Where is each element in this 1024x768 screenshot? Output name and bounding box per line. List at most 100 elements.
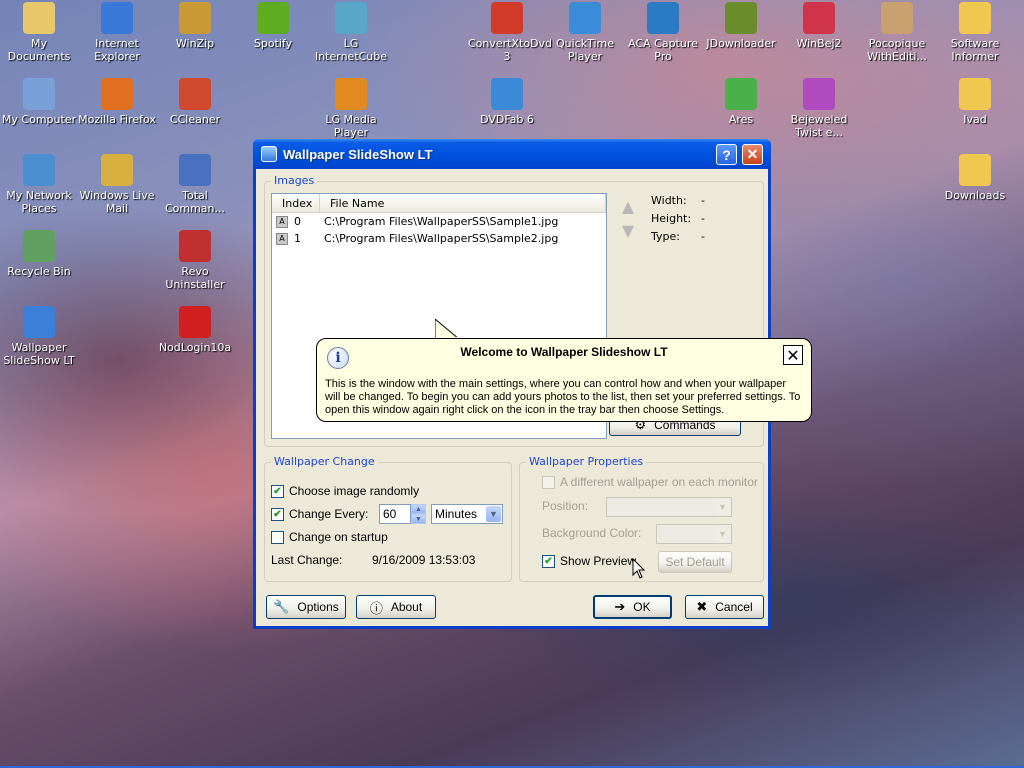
- images-group-label: Images: [271, 174, 318, 187]
- desktop-icon[interactable]: Windows Live Mail: [78, 154, 156, 215]
- change-every-checkbox[interactable]: ✔ Change Every:: [271, 507, 368, 521]
- wrench-icon: 🔧: [273, 599, 290, 614]
- change-every-label: Change Every:: [289, 507, 369, 521]
- close-button[interactable]: ✕: [742, 144, 763, 165]
- desktop-icon-label: LG Media Player: [325, 113, 377, 139]
- column-header-index[interactable]: Index: [272, 194, 320, 212]
- about-button[interactable]: ⓘ About: [356, 595, 436, 619]
- check-icon: ✔: [271, 507, 284, 521]
- row-index: 0: [294, 215, 301, 228]
- chevron-down-icon: ▼: [486, 506, 501, 522]
- desktop-icon[interactable]: Pocopique WithEditi...: [858, 2, 936, 63]
- set-default-button[interactable]: Set Default: [658, 551, 732, 573]
- desktop-icon[interactable]: QuickTime Player: [546, 2, 624, 63]
- desktop-app-icon: [179, 2, 211, 34]
- desktop-icon-label: Total Comman...: [164, 189, 226, 215]
- move-down-arrow-icon[interactable]: ▼: [617, 220, 639, 240]
- desktop-icon-label: Downloads: [944, 189, 1006, 202]
- desktop-icon[interactable]: Total Comman...: [156, 154, 234, 215]
- choose-randomly-checkbox[interactable]: ✔ Choose image randomly: [271, 484, 419, 498]
- desktop-icon[interactable]: DVDFab 6: [468, 78, 546, 126]
- interval-spinner[interactable]: ▲ ▼: [411, 504, 426, 524]
- about-label: About: [390, 600, 423, 614]
- desktop-app-icon: [101, 2, 133, 34]
- desktop-icon[interactable]: LG Media Player: [312, 78, 390, 139]
- desktop-app-icon: [335, 2, 367, 34]
- spin-down-icon[interactable]: ▼: [411, 514, 426, 524]
- desktop-icon[interactable]: ConvertXtoDvd 3: [468, 2, 552, 63]
- interval-input[interactable]: 60 ▲ ▼: [379, 504, 426, 524]
- desktop-icon-label: My Computer: [1, 113, 77, 126]
- position-select[interactable]: ▼: [606, 497, 732, 517]
- spin-up-icon[interactable]: ▲: [411, 504, 426, 514]
- help-button[interactable]: ?: [716, 144, 737, 165]
- desktop-icon-label: LG InternetCube: [314, 37, 388, 63]
- ok-arrow-icon: ➔: [614, 599, 626, 614]
- cancel-label: Cancel: [715, 600, 753, 614]
- desktop-icon[interactable]: Software Informer: [936, 2, 1014, 63]
- desktop-icon-label: ACA Capture Pro: [628, 37, 698, 63]
- desktop-icon[interactable]: NodLogin10a: [156, 306, 234, 354]
- desktop-icon[interactable]: Mozilla Firefox: [78, 78, 156, 126]
- type-label: Type:: [651, 230, 680, 243]
- position-label: Position:: [542, 499, 589, 513]
- desktop-icon[interactable]: My Network Places: [0, 154, 78, 215]
- desktop-app-icon: [959, 78, 991, 110]
- desktop-icon[interactable]: Internet Explorer: [78, 2, 156, 63]
- desktop-icon-label: Ivad: [963, 113, 987, 126]
- column-header-file-name[interactable]: File Name: [320, 194, 606, 212]
- background-color-select[interactable]: ▼: [656, 524, 732, 544]
- desktop-icon[interactable]: Ares: [702, 78, 780, 126]
- interval-unit-select[interactable]: Minutes ▼: [431, 504, 503, 524]
- change-on-startup-checkbox[interactable]: Change on startup: [271, 530, 388, 544]
- window-title: Wallpaper SlideShow LT: [283, 146, 433, 162]
- type-value: -: [701, 230, 705, 243]
- table-row[interactable]: A0 C:\Program Files\WallpaperSS\Sample1.…: [272, 213, 606, 230]
- desktop-icon-label: Software Informer: [950, 37, 1000, 63]
- chevron-down-icon: ▼: [715, 499, 730, 515]
- list-header: Index File Name: [272, 194, 606, 213]
- cancel-x-icon: ✖: [696, 599, 708, 614]
- desktop-icon[interactable]: LG InternetCube: [312, 2, 390, 63]
- desktop-app-icon: [101, 78, 133, 110]
- desktop-icon[interactable]: WinBej2: [780, 2, 858, 50]
- options-button[interactable]: 🔧 Options: [266, 595, 346, 619]
- options-label: Options: [297, 600, 339, 614]
- welcome-balloon: i Welcome to Wallpaper Slideshow LT ✕ Th…: [316, 338, 812, 422]
- desktop-app-icon: [725, 2, 757, 34]
- desktop-icon[interactable]: CCleaner: [156, 78, 234, 126]
- desktop-icon-label: Internet Explorer: [94, 37, 140, 63]
- desktop-icon[interactable]: ACA Capture Pro: [624, 2, 702, 63]
- interval-unit-value: Minutes: [435, 507, 478, 521]
- desktop-app-icon: [179, 306, 211, 338]
- desktop-app-icon: [647, 2, 679, 34]
- image-row-icon: A: [276, 232, 288, 245]
- title-bar[interactable]: Wallpaper SlideShow LT ? ✕: [253, 139, 771, 169]
- table-row[interactable]: A1 C:\Program Files\WallpaperSS\Sample2.…: [272, 230, 606, 247]
- desktop-icon-label: Bejeweled Twist e...: [790, 113, 848, 139]
- desktop-icon[interactable]: Ivad: [936, 78, 1014, 126]
- desktop-icon[interactable]: Revo Uninstaller: [156, 230, 234, 291]
- desktop-icon[interactable]: JDownloader: [702, 2, 780, 50]
- balloon-close-button[interactable]: ✕: [783, 345, 803, 365]
- desktop-icon[interactable]: Wallpaper SlideShow LT: [0, 306, 78, 367]
- desktop-icon[interactable]: Downloads: [936, 154, 1014, 202]
- cancel-button[interactable]: ✖ Cancel: [685, 595, 764, 619]
- desktop-app-icon: [101, 154, 133, 186]
- desktop-icon[interactable]: Bejeweled Twist e...: [780, 78, 858, 139]
- different-each-monitor-checkbox[interactable]: A different wallpaper on each monitor: [542, 475, 758, 489]
- desktop-icon[interactable]: WinZip: [156, 2, 234, 50]
- desktop-icon[interactable]: My Documents: [0, 2, 78, 63]
- desktop-icon[interactable]: Spotify: [234, 2, 312, 50]
- ok-button[interactable]: ➔ OK: [593, 595, 672, 619]
- move-up-arrow-icon[interactable]: ▲: [617, 196, 639, 216]
- show-preview-checkbox[interactable]: ✔ Show Preview: [542, 554, 636, 568]
- last-change-label: Last Change:: [271, 553, 343, 567]
- desktop-app-icon: [23, 230, 55, 262]
- desktop-icon[interactable]: Recycle Bin: [0, 230, 78, 278]
- desktop-icon-label: Windows Live Mail: [79, 189, 155, 215]
- desktop-icon-label: Wallpaper SlideShow LT: [3, 341, 75, 367]
- desktop-icon-label: Ares: [728, 113, 754, 126]
- desktop-app-icon: [959, 154, 991, 186]
- desktop-icon[interactable]: My Computer: [0, 78, 78, 126]
